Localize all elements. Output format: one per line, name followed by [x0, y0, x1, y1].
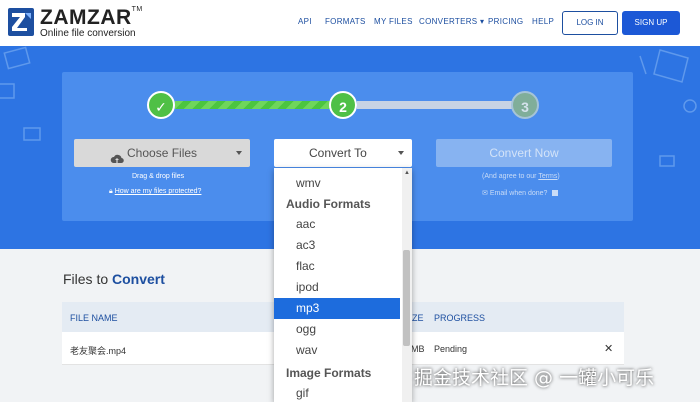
dropdown-group-image: Image Formats: [286, 366, 372, 380]
email-checkbox[interactable]: [552, 190, 559, 197]
choose-files-label: Choose Files: [127, 146, 198, 160]
nav-link-my-files[interactable]: MY FILES: [374, 17, 413, 26]
remove-file-button[interactable]: ✕: [604, 342, 613, 355]
signup-button[interactable]: SIGN UP: [622, 11, 680, 35]
header-progress: PROGRESS: [434, 313, 486, 323]
envelope-icon: ✉: [482, 190, 488, 197]
drag-drop-hint: Drag & drop files: [132, 173, 185, 180]
cloud-upload-icon: [110, 147, 124, 175]
dropdown-option-ac3[interactable]: ac3: [274, 235, 400, 256]
top-navbar: ZAMZARTM Online file conversion API FORM…: [0, 0, 700, 46]
file-name-cell: 老友聚会.mp4: [70, 346, 127, 356]
header-file-name: FILE NAME: [70, 313, 118, 323]
email-when-done: ✉ Email when done?: [482, 189, 559, 197]
files-section-title: Files to Convert: [63, 271, 165, 287]
scroll-up-arrow-icon[interactable]: ▲: [404, 170, 410, 176]
format-dropdown-list[interactable]: wmv Audio Formats aac ac3 flac ipod mp3 …: [274, 168, 412, 402]
dropdown-group-audio: Audio Formats: [286, 197, 371, 211]
nav-link-help[interactable]: HELP: [532, 17, 554, 26]
files-protected-link[interactable]: 🔒︎ How are my files protected?: [109, 188, 201, 196]
dropdown-option-flac[interactable]: flac: [274, 256, 400, 277]
status-cell: Pending: [434, 344, 468, 354]
nav-link-pricing[interactable]: PRICING: [488, 17, 523, 26]
nav-link-formats[interactable]: FORMATS: [325, 17, 366, 26]
nav-link-converters[interactable]: CONVERTERS ▾: [419, 17, 484, 26]
convert-to-label: Convert To: [309, 146, 367, 160]
dropdown-option-wav[interactable]: wav: [274, 340, 400, 361]
caret-down-icon: [398, 151, 404, 155]
dropdown-scrollbar[interactable]: ▲: [402, 168, 412, 402]
step-2-indicator: 2: [329, 91, 357, 119]
brand-name[interactable]: ZAMZARTM: [40, 6, 143, 30]
lock-icon: 🔒︎: [109, 188, 113, 195]
caret-down-icon: [236, 151, 242, 155]
chevron-down-icon: ▾: [479, 17, 485, 26]
dropdown-option-aac[interactable]: aac: [274, 214, 400, 235]
progress-bar-complete: [175, 101, 331, 109]
scrollbar-thumb[interactable]: [403, 250, 410, 346]
login-button[interactable]: LOG IN: [562, 11, 618, 35]
dropdown-option-gif[interactable]: gif: [274, 383, 400, 402]
dropdown-option-ipod[interactable]: ipod: [274, 277, 400, 298]
progress-bar-pending: [357, 101, 513, 109]
dropdown-option-ogg[interactable]: ogg: [274, 319, 400, 340]
zamzar-logo-icon[interactable]: [8, 8, 34, 36]
file-size-cell: MB: [411, 344, 425, 354]
step-3-indicator: 3: [511, 91, 539, 119]
convert-to-select[interactable]: Convert To: [274, 139, 412, 167]
choose-files-button[interactable]: Choose Files: [74, 139, 250, 167]
dropdown-option-mp3[interactable]: mp3: [274, 298, 400, 319]
dropdown-option-wmv[interactable]: wmv: [274, 173, 400, 194]
trademark-mark: TM: [131, 6, 143, 13]
watermark-text: 掘金技术社区 @ 一罐小可乐: [414, 367, 655, 389]
brand-tagline: Online file conversion: [40, 28, 136, 39]
step-1-indicator: ✓: [147, 91, 175, 119]
agree-terms-text: (And agree to our Terms): [482, 173, 560, 180]
terms-link[interactable]: Terms: [538, 173, 557, 180]
convert-now-button[interactable]: Convert Now: [436, 139, 612, 167]
nav-link-api[interactable]: API: [298, 17, 312, 26]
header-size: ZE: [412, 313, 424, 323]
